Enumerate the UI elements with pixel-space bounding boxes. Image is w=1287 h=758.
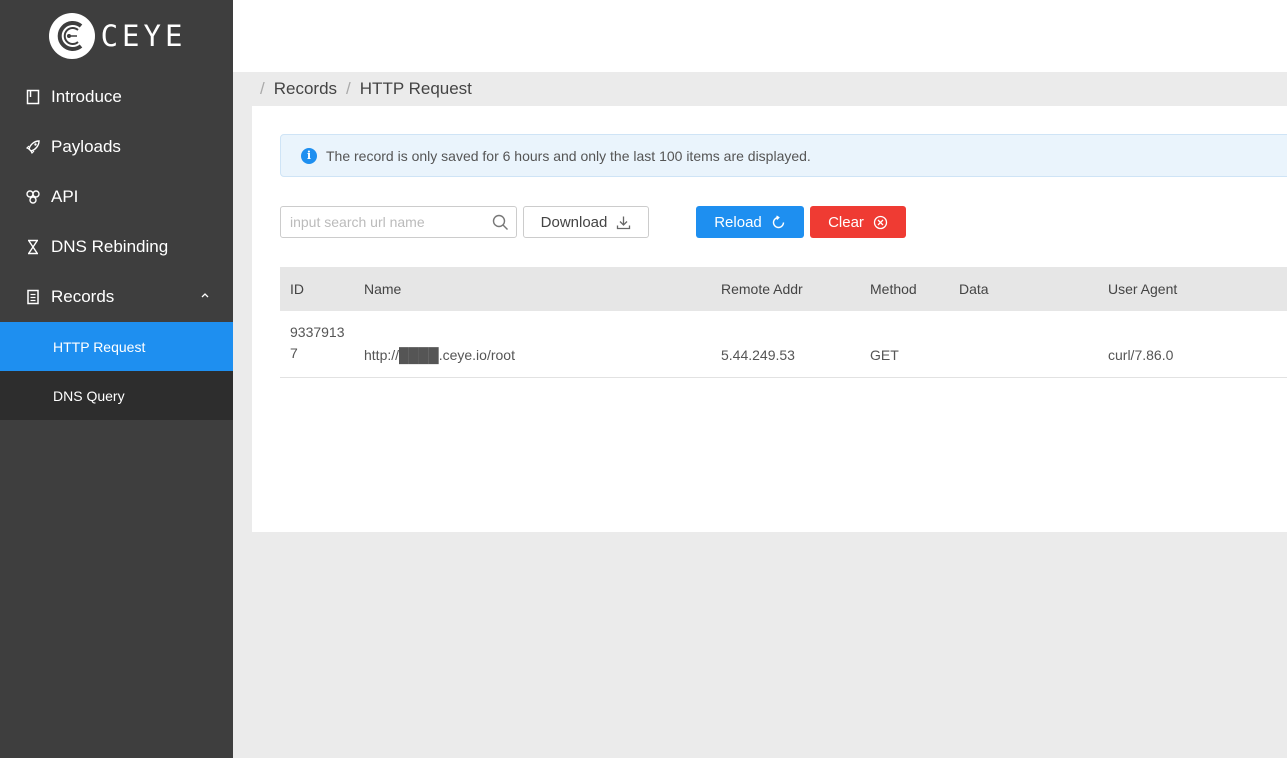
logo[interactable]: CEYE <box>0 0 233 72</box>
sidebar-item-records[interactable]: Records <box>0 272 233 322</box>
sidebar-item-label: Payloads <box>51 137 121 156</box>
logo-text: CEYE <box>100 19 187 53</box>
records-table: ID Name Remote Addr Method Data User Age… <box>280 267 1287 378</box>
top-header <box>233 0 1287 72</box>
sidebar-item-introduce[interactable]: Introduce <box>0 72 233 122</box>
download-icon <box>617 216 631 229</box>
column-header-id[interactable]: ID <box>280 281 354 297</box>
sidebar-item-api[interactable]: API <box>0 172 233 222</box>
info-icon: i <box>301 147 317 164</box>
content-panel: i The record is only saved for 6 hours a… <box>252 106 1287 532</box>
file-icon <box>24 288 42 306</box>
records-submenu: HTTP Request DNS Query <box>0 322 233 420</box>
column-header-remote-addr[interactable]: Remote Addr <box>711 281 860 297</box>
table-header: ID Name Remote Addr Method Data User Age… <box>280 267 1287 311</box>
table-row[interactable]: 9337913 7 http://████.ceye.io/root 5.44.… <box>280 311 1287 378</box>
search-input[interactable] <box>281 207 481 237</box>
breadcrumb-item-http-request: HTTP Request <box>359 79 472 98</box>
column-header-user-agent[interactable]: User Agent <box>1098 281 1287 297</box>
sidebar-item-label: Records <box>51 287 115 306</box>
sidebar-item-label: DNS Rebinding <box>51 237 169 256</box>
sidebar-item-label: Introduce <box>51 87 122 106</box>
cell-id-line1: 9337913 <box>290 324 345 340</box>
breadcrumb-separator: / <box>260 79 265 98</box>
refresh-icon <box>772 214 784 228</box>
column-header-name[interactable]: Name <box>354 281 711 297</box>
clear-button[interactable]: Clear <box>810 206 906 238</box>
sidebar-item-payloads[interactable]: Payloads <box>0 122 233 172</box>
sidebar-subitem-http-request[interactable]: HTTP Request <box>0 322 233 371</box>
rocket-icon <box>24 138 42 156</box>
book-icon <box>24 88 42 106</box>
breadcrumb-item-records[interactable]: Records <box>274 79 337 99</box>
sidebar-subitem-dns-query[interactable]: DNS Query <box>0 371 233 420</box>
hourglass-icon <box>24 238 42 256</box>
cell-method: GET <box>870 347 899 363</box>
info-alert: i The record is only saved for 6 hours a… <box>280 134 1287 177</box>
sidebar-item-dns-rebinding[interactable]: DNS Rebinding <box>0 222 233 272</box>
alert-text: The record is only saved for 6 hours and… <box>326 147 811 164</box>
cell-data <box>949 363 1098 377</box>
download-button[interactable]: Download <box>523 206 649 238</box>
search-icon[interactable] <box>492 214 509 231</box>
search-box <box>280 206 517 238</box>
cell-id: 9337913 7 <box>280 311 354 364</box>
api-icon <box>24 188 42 206</box>
breadcrumb: / Records / HTTP Request <box>233 72 1287 106</box>
clear-label: Clear <box>828 213 864 231</box>
cell-user-agent: curl/7.86.0 <box>1108 347 1174 363</box>
chevron-up-icon <box>201 293 209 298</box>
download-label: Download <box>540 213 608 231</box>
cell-remote-addr: 5.44.249.53 <box>721 347 795 363</box>
circle-close-icon <box>873 215 888 229</box>
reload-button[interactable]: Reload <box>696 206 804 238</box>
cell-id-line2: 7 <box>290 345 298 361</box>
reload-label: Reload <box>714 213 762 231</box>
sidebar-item-label: API <box>51 187 79 206</box>
column-header-method[interactable]: Method <box>860 281 949 297</box>
sidebar: CEYE Introduce Payloads API DNS Rebindin… <box>0 0 233 758</box>
cell-name: http://████.ceye.io/root <box>364 347 515 363</box>
ceye-logo-icon <box>48 13 95 59</box>
breadcrumb-separator: / <box>346 79 351 98</box>
column-header-data[interactable]: Data <box>949 281 1098 297</box>
